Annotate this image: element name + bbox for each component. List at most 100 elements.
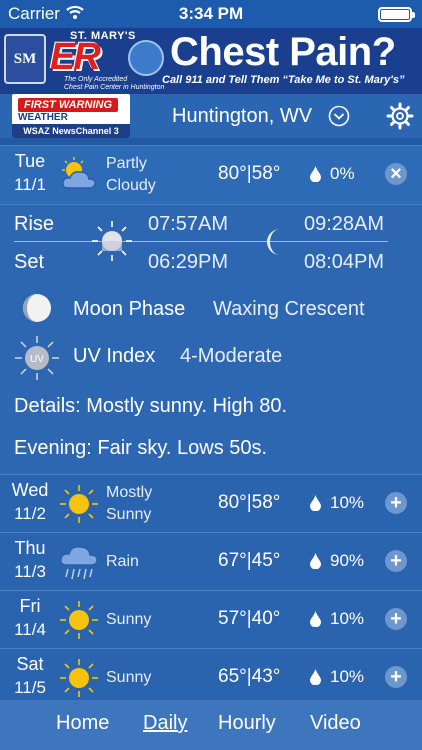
set-label: Set [14, 251, 45, 273]
day-date: 11/4 [14, 620, 46, 639]
uv-index-value: 4-Moderate [180, 345, 283, 367]
day-of-week: Thu [14, 538, 46, 558]
nav-daily[interactable]: Daily [143, 712, 187, 735]
sun-icon [60, 485, 98, 523]
nav-home[interactable]: Home [56, 712, 109, 735]
ad-logo: SM [4, 34, 46, 84]
day-date: 11/3 [14, 562, 46, 581]
ad-er: ER [50, 36, 101, 78]
raindrop-icon [310, 611, 321, 627]
day-of-week: Wed [11, 480, 49, 500]
day-label: Thu 11/3 [8, 537, 52, 583]
moon-phase-value: Waxing Crescent [213, 298, 365, 320]
day-label: Sat 11/5 [8, 653, 52, 699]
clock: 3:34 PM [178, 4, 244, 23]
sunset-time: 06:29PM [148, 251, 229, 273]
sun-icon [60, 601, 98, 639]
moon-phase-icon [23, 294, 51, 322]
condition-line-1: Mostly [106, 484, 153, 501]
logo-weather: WEATHER [18, 112, 68, 123]
condition-text: Mostly Sunny [106, 482, 152, 526]
day-of-week: Fri [19, 596, 41, 616]
condition-line-1: Sunny [106, 669, 152, 686]
condition-text: Rain [106, 551, 139, 573]
precip-chance: 10% [330, 493, 365, 512]
condition-line-1: Partly [106, 155, 147, 172]
wsaz-logo: FIRST WARNING WEATHER WSAZ NewsChannel 3 [12, 94, 130, 138]
ad-headline: Chest Pain? [170, 30, 396, 74]
day-date: 11/2 [14, 504, 46, 523]
sun-icon [60, 659, 98, 697]
divider [14, 241, 388, 242]
day-label: Tue 11/1 [8, 150, 52, 196]
location-selector[interactable]: Huntington, WV [172, 105, 312, 128]
moonset-time: 08:04PM [304, 251, 385, 273]
day-date: 11/1 [14, 175, 46, 194]
day-of-week: Sat [16, 654, 44, 674]
precip-chance: 10% [330, 667, 365, 686]
sunrise-time: 07:57AM [148, 213, 229, 235]
day-row-fri[interactable]: Fri 11/4 Sunny 57°|40° 10% + [0, 590, 422, 649]
precip-chance: 0% [330, 164, 355, 183]
expand-button[interactable]: + [385, 492, 407, 514]
moon-phase-label: Moon Phase [73, 298, 186, 320]
day-row-wed[interactable]: Wed 11/2 Mostly Sunny 80°|58° 10% + [0, 474, 422, 533]
rain-icon [60, 546, 98, 580]
ad-badge-icon [128, 40, 164, 76]
condition-text: Sunny [106, 609, 151, 631]
raindrop-icon [310, 495, 321, 511]
partly-cloudy-icon [62, 157, 96, 189]
ad-banner[interactable]: SM ST. MARY'S ER The Only Accredited Che… [0, 28, 422, 94]
day-of-week: Tue [14, 151, 46, 171]
expand-button[interactable]: + [385, 666, 407, 688]
evening-text: Evening: Fair sky. Lows 50s. [14, 437, 268, 459]
temperature-hi-lo: 57°|40° [218, 608, 281, 629]
precip-chance: 90% [330, 551, 365, 570]
ad-tagline-2: Chest Pain Center in Huntington [64, 84, 165, 91]
day-row-tue[interactable]: Tue 11/1 Partly Cloudy 80°|58° 0% × [0, 145, 422, 204]
uv-sun-icon: UV [15, 336, 59, 380]
moon-icon [267, 229, 280, 255]
condition-line-2: Cloudy [106, 177, 156, 194]
day-detail-panel: Rise Set 07:57AM 06:29PM 09:28AM 08:04PM… [0, 204, 422, 475]
details-text: Details: Mostly sunny. High 80. [14, 395, 288, 417]
chevron-down-icon[interactable] [328, 105, 350, 127]
precip-chance: 10% [330, 609, 365, 628]
sun-horizon-icon [92, 221, 132, 261]
ad-call-text: Call 911 and Tell Them “Take Me to St. M… [162, 74, 405, 86]
logo-first-warning: FIRST WARNING [18, 98, 118, 112]
condition-text: Sunny [106, 667, 151, 689]
status-bar: Carrier 3:34 PM [0, 0, 422, 28]
temperature-hi-lo: 80°|58° [218, 163, 281, 184]
expand-button[interactable]: + [385, 550, 407, 572]
temperature-hi-lo: 65°|43° [218, 666, 281, 687]
day-row-sat[interactable]: Sat 11/5 Sunny 65°|43° 10% + [0, 648, 422, 707]
expand-button[interactable]: + [385, 608, 407, 630]
logo-station: WSAZ NewsChannel 3 [12, 124, 130, 138]
condition-line-2: Sunny [106, 506, 152, 523]
day-label: Fri 11/4 [8, 595, 52, 641]
collapse-button[interactable]: × [385, 163, 407, 185]
temperature-hi-lo: 67°|45° [218, 550, 281, 571]
condition-line-1: Rain [106, 553, 139, 570]
uv-index-label: UV Index [73, 345, 156, 367]
ad-tagline-1: The Only Accredited [64, 76, 128, 83]
day-label: Wed 11/2 [8, 479, 52, 525]
moonrise-time: 09:28AM [304, 213, 385, 235]
day-date: 11/5 [14, 678, 46, 697]
gear-icon[interactable] [386, 102, 414, 130]
bottom-nav: Home Daily Hourly Video [0, 700, 422, 750]
battery-icon [378, 7, 415, 22]
uv-badge-text: UV [30, 354, 44, 365]
condition-text: Partly Cloudy [106, 153, 156, 197]
temperature-hi-lo: 80°|58° [218, 492, 281, 513]
nav-hourly[interactable]: Hourly [218, 712, 276, 735]
raindrop-icon [310, 553, 321, 569]
nav-video[interactable]: Video [310, 712, 361, 735]
raindrop-icon [310, 166, 321, 182]
app-header: FIRST WARNING WEATHER WSAZ NewsChannel 3… [0, 94, 422, 138]
rise-label: Rise [14, 213, 55, 235]
condition-line-1: Sunny [106, 611, 152, 628]
raindrop-icon [310, 669, 321, 685]
day-row-thu[interactable]: Thu 11/3 Rain 67°|45° 90% + [0, 532, 422, 591]
